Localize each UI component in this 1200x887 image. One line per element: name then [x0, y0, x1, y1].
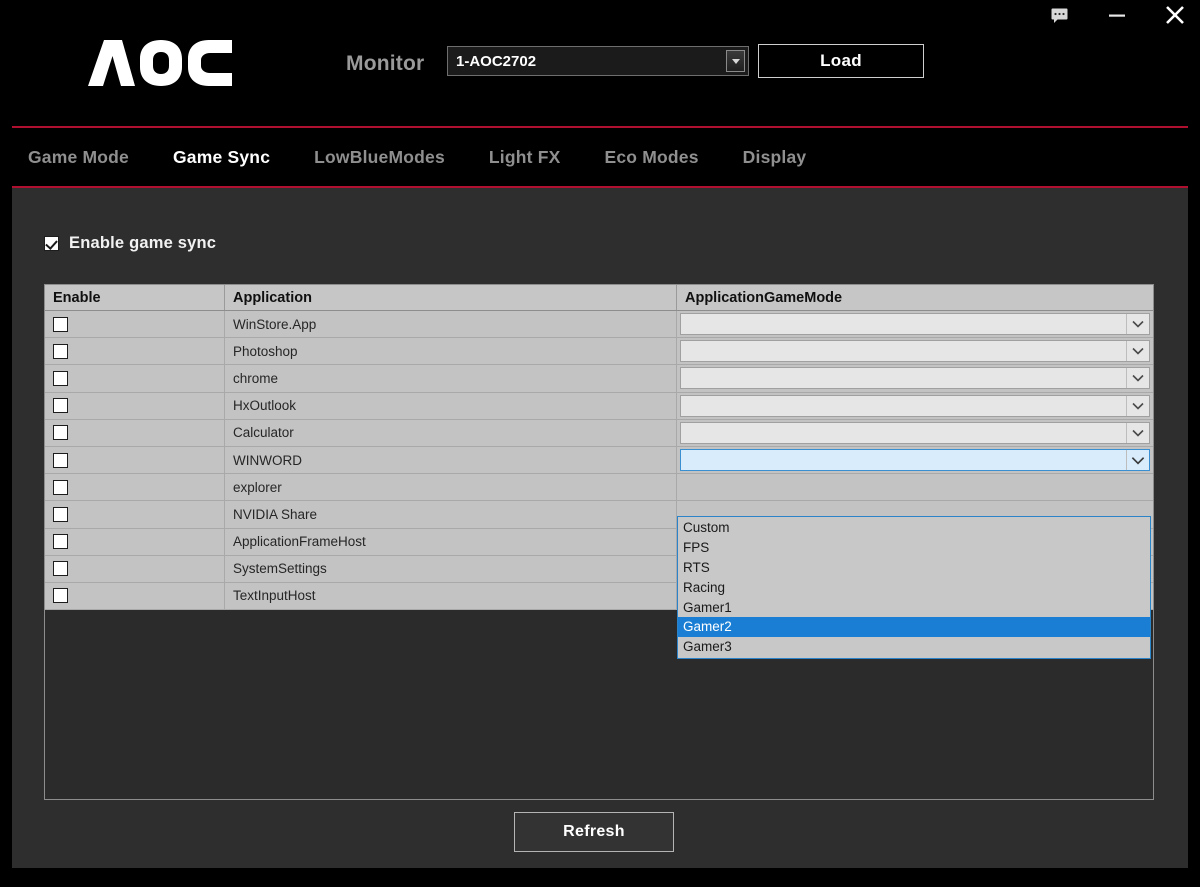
row-enable-checkbox[interactable] — [53, 561, 68, 577]
enable-game-sync-row[interactable]: Enable game sync — [44, 234, 216, 253]
cell-enable — [45, 528, 225, 555]
dropdown-option-custom[interactable]: Custom — [678, 518, 1150, 538]
cell-enable — [45, 392, 225, 419]
column-header-enable: Enable — [45, 285, 225, 310]
content-panel: Enable game sync Enable Application Appl… — [12, 188, 1188, 868]
cell-gamemode — [677, 447, 1153, 473]
column-header-application: Application — [225, 285, 677, 310]
tab-lowbluemodes[interactable]: LowBlueModes — [314, 147, 445, 168]
row-enable-checkbox[interactable] — [53, 534, 68, 550]
caret-down-icon — [731, 58, 740, 64]
enable-game-sync-checkbox[interactable] — [44, 236, 59, 251]
tab-display[interactable]: Display — [743, 147, 807, 168]
tab-game-sync[interactable]: Game Sync — [173, 147, 270, 168]
titlebar — [0, 0, 1200, 30]
dropdown-option-gamer1[interactable]: Gamer1 — [678, 597, 1150, 617]
row-enable-checkbox[interactable] — [53, 452, 68, 468]
dropdown-option-racing[interactable]: Racing — [678, 577, 1150, 597]
cell-gamemode — [677, 365, 1153, 391]
table-row[interactable]: HxOutlook — [45, 392, 1153, 420]
table-row[interactable]: WINWORD — [45, 446, 1153, 475]
tab-eco-modes[interactable]: Eco Modes — [604, 147, 698, 168]
monitor-select[interactable]: 1-AOC2702 — [447, 46, 749, 76]
cell-application: ApplicationFrameHost — [225, 528, 677, 555]
cell-enable — [45, 582, 225, 610]
speech-bubble-icon[interactable] — [1042, 1, 1076, 29]
tab-game-mode[interactable]: Game Mode — [28, 147, 129, 168]
cell-application: NVIDIA Share — [225, 501, 677, 528]
cell-application: SystemSettings — [225, 555, 677, 582]
cell-application: chrome — [225, 365, 677, 392]
cell-enable — [45, 338, 225, 365]
aoc-gaming-app-window: Monitor 1-AOC2702 Load Game Mode Game Sy… — [0, 0, 1200, 887]
row-enable-checkbox[interactable] — [53, 316, 68, 332]
grid-body: WinStore.App Photoshop chrome HxOutlook … — [45, 311, 1153, 659]
load-button[interactable]: Load — [758, 44, 924, 78]
window-controls — [1042, 0, 1192, 30]
cell-enable — [45, 555, 225, 582]
cell-enable — [45, 419, 225, 446]
table-row[interactable]: WinStore.App — [45, 311, 1153, 339]
dropdown-option-gamer3[interactable]: Gamer3 — [678, 637, 1150, 657]
cell-enable — [45, 474, 225, 501]
monitor-select-value: 1-AOC2702 — [456, 52, 537, 70]
chevron-down-icon[interactable] — [1126, 450, 1149, 471]
row-enable-checkbox[interactable] — [53, 425, 68, 441]
row-enable-checkbox[interactable] — [53, 398, 68, 414]
gamemode-dropdown-popup: Custom FPS RTS Racing Gamer1 Gamer2 Game… — [677, 516, 1151, 659]
row-enable-checkbox[interactable] — [53, 343, 68, 359]
close-icon[interactable] — [1158, 1, 1192, 29]
chevron-down-icon[interactable] — [1126, 368, 1149, 389]
chevron-down-icon[interactable] — [1126, 422, 1149, 443]
tab-light-fx[interactable]: Light FX — [489, 147, 561, 168]
cell-gamemode — [677, 393, 1153, 419]
grid-header-row: Enable Application ApplicationGameMode — [45, 285, 1153, 311]
row-enable-checkbox[interactable] — [53, 479, 68, 495]
cell-gamemode — [677, 338, 1153, 364]
chevron-down-icon[interactable] — [1126, 341, 1149, 362]
cell-application: WinStore.App — [225, 311, 677, 338]
column-header-gamemode: ApplicationGameMode — [685, 289, 843, 306]
row-enable-checkbox[interactable] — [53, 506, 68, 522]
chevron-down-icon[interactable] — [1126, 314, 1149, 335]
aoc-logo — [88, 36, 236, 90]
dropdown-option-rts[interactable]: RTS — [678, 558, 1150, 578]
cell-application: Photoshop — [225, 338, 677, 365]
cell-application: HxOutlook — [225, 392, 677, 419]
table-row[interactable]: Photoshop — [45, 338, 1153, 366]
monitor-label: Monitor — [346, 52, 425, 75]
table-row[interactable]: explorer — [45, 474, 1153, 502]
cell-enable — [45, 311, 225, 338]
gamemode-combobox[interactable] — [680, 340, 1150, 363]
cell-gamemode — [677, 474, 1153, 500]
gamemode-combobox-open[interactable] — [680, 449, 1150, 472]
tabbar: Game Mode Game Sync LowBlueModes Light F… — [0, 128, 1200, 186]
application-game-mode-grid: Enable Application ApplicationGameMode W… — [44, 284, 1154, 800]
refresh-button[interactable]: Refresh — [514, 812, 674, 852]
cell-application: explorer — [225, 474, 677, 501]
minimize-icon[interactable] — [1100, 1, 1134, 29]
gamemode-combobox[interactable] — [680, 367, 1150, 390]
table-row[interactable]: chrome — [45, 365, 1153, 393]
gamemode-combobox[interactable] — [680, 313, 1150, 336]
table-row[interactable]: Calculator — [45, 419, 1153, 447]
gamemode-combobox[interactable] — [680, 421, 1150, 444]
gamemode-combobox[interactable] — [680, 394, 1150, 417]
chevron-down-icon[interactable] — [1126, 395, 1149, 416]
dropdown-option-gamer2[interactable]: Gamer2 — [678, 616, 1150, 637]
row-enable-checkbox[interactable] — [53, 370, 68, 386]
cell-gamemode — [677, 311, 1153, 337]
cell-application: TextInputHost — [225, 582, 677, 610]
cell-enable — [45, 446, 225, 474]
enable-game-sync-label: Enable game sync — [69, 234, 217, 252]
cell-application: Calculator — [225, 419, 677, 446]
cell-enable — [45, 365, 225, 392]
cell-application: WINWORD — [225, 446, 677, 474]
cell-gamemode — [677, 420, 1153, 446]
monitor-dropdown-arrow-icon[interactable] — [726, 50, 745, 72]
row-enable-checkbox[interactable] — [53, 588, 68, 604]
dropdown-option-fps[interactable]: FPS — [678, 538, 1150, 558]
header-bar: Monitor 1-AOC2702 Load — [0, 30, 1200, 126]
cell-enable — [45, 501, 225, 528]
